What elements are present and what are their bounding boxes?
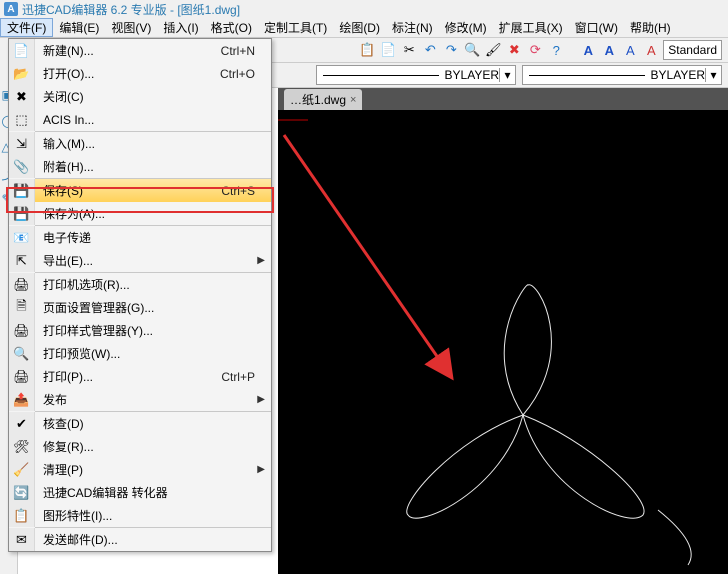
menu-window[interactable]: 窗口(W) bbox=[569, 18, 624, 37]
import-icon: ⇲ bbox=[16, 136, 27, 152]
converter-icon: 🔄 bbox=[13, 485, 29, 501]
new-file-icon: 📄 bbox=[13, 43, 29, 59]
pagesetup-icon: 🗎 bbox=[16, 297, 26, 319]
delete-icon[interactable]: ✖ bbox=[505, 41, 523, 59]
properties-icon: 📋 bbox=[13, 508, 29, 524]
export-icon: ⇱ bbox=[16, 253, 27, 269]
menu-file[interactable]: 文件(F) bbox=[0, 18, 53, 37]
lineweight-combo[interactable]: BYLAYER▾ bbox=[522, 65, 722, 85]
document-tabstrip: …纸1.dwg × bbox=[278, 88, 728, 110]
text-style-combo[interactable]: Standard bbox=[663, 40, 722, 60]
text-style-a1-icon[interactable]: A bbox=[579, 41, 597, 59]
menu-custom[interactable]: 定制工具(T) bbox=[258, 18, 333, 37]
menu-item-open[interactable]: 📂打开(O)...Ctrl+O bbox=[9, 62, 271, 85]
file-menu-dropdown: 📄新建(N)...Ctrl+N 📂打开(O)...Ctrl+O ✖关闭(C) ⬚… bbox=[8, 38, 272, 552]
submenu-arrow-icon: ▶ bbox=[257, 255, 265, 266]
menu-item-printopt[interactable]: 🖨打印机选项(R)... bbox=[9, 273, 271, 296]
menu-item-pagesetup[interactable]: 🗎页面设置管理器(G)... bbox=[9, 296, 271, 319]
menu-item-purge[interactable]: 🧹清理(P)▶ bbox=[9, 458, 271, 481]
menu-item-attach[interactable]: 📎附着(H)... bbox=[9, 155, 271, 178]
brush-icon[interactable]: 🖌 bbox=[484, 41, 502, 59]
menu-item-drawprops[interactable]: 📋图形特性(I)... bbox=[9, 504, 271, 527]
purge-icon: 🧹 bbox=[13, 462, 29, 478]
chevron-down-icon[interactable]: ▾ bbox=[499, 68, 515, 82]
window-title: 迅捷CAD编辑器 6.2 专业版 - [图纸1.dwg] bbox=[22, 1, 240, 18]
menu-item-print[interactable]: 🖨打印(P)...Ctrl+P bbox=[9, 365, 271, 388]
title-bar: A 迅捷CAD编辑器 6.2 专业版 - [图纸1.dwg] bbox=[0, 0, 728, 18]
menu-format[interactable]: 格式(O) bbox=[205, 18, 258, 37]
submenu-arrow-icon: ▶ bbox=[257, 394, 265, 405]
menu-item-close[interactable]: ✖关闭(C) bbox=[9, 85, 271, 108]
paste-icon[interactable]: 📄 bbox=[379, 41, 397, 59]
linetype-combo[interactable]: BYLAYER▾ bbox=[316, 65, 516, 85]
menu-item-new[interactable]: 📄新建(N)...Ctrl+N bbox=[9, 39, 271, 62]
menu-item-sendmail[interactable]: ✉发送邮件(D)... bbox=[9, 528, 271, 551]
recover-icon: 🛠 bbox=[13, 439, 30, 455]
help-icon[interactable]: ? bbox=[547, 41, 565, 59]
menu-modify[interactable]: 修改(M) bbox=[439, 18, 493, 37]
menu-item-recover[interactable]: 🛠修复(R)... bbox=[9, 435, 271, 458]
text-style-a4-icon[interactable]: A bbox=[642, 41, 660, 59]
menu-item-converter[interactable]: 🔄迅捷CAD编辑器 转化器 bbox=[9, 481, 271, 504]
menu-item-save[interactable]: 💾保存(S)Ctrl+S bbox=[9, 179, 271, 202]
print-icon: 🖨 bbox=[13, 369, 30, 385]
text-style-a2-icon[interactable]: A bbox=[600, 41, 618, 59]
submenu-arrow-icon: ▶ bbox=[257, 464, 265, 475]
undo-icon[interactable]: ↶ bbox=[421, 41, 439, 59]
menu-draw[interactable]: 绘图(D) bbox=[333, 18, 386, 37]
menu-item-etransmit[interactable]: 📧电子传递 bbox=[9, 226, 271, 249]
open-icon: 📂 bbox=[13, 66, 29, 82]
printer-icon: 🖨 bbox=[13, 277, 30, 293]
publish-icon: 📤 bbox=[13, 392, 29, 408]
menu-item-export[interactable]: ⇱导出(E)...▶ bbox=[9, 249, 271, 272]
menu-edit[interactable]: 编辑(E) bbox=[53, 18, 105, 37]
text-style-a3-icon[interactable]: A bbox=[621, 41, 639, 59]
menu-help[interactable]: 帮助(H) bbox=[624, 18, 677, 37]
mail-icon: ✉ bbox=[16, 532, 27, 548]
menu-item-saveas[interactable]: 💾保存为(A)... bbox=[9, 202, 271, 225]
cut-icon[interactable]: ✂ bbox=[400, 41, 418, 59]
close-icon: ✖ bbox=[16, 89, 27, 105]
menu-item-preview[interactable]: 🔍打印预览(W)... bbox=[9, 342, 271, 365]
copy-icon[interactable]: 📋 bbox=[358, 41, 376, 59]
document-tab[interactable]: …纸1.dwg × bbox=[284, 89, 362, 110]
menu-insert[interactable]: 插入(I) bbox=[157, 18, 204, 37]
preview-icon: 🔍 bbox=[13, 346, 29, 362]
drawing-canvas[interactable] bbox=[278, 110, 728, 574]
audit-icon: ✔ bbox=[16, 416, 27, 432]
menu-dim[interactable]: 标注(N) bbox=[386, 18, 439, 37]
save-icon: 💾 bbox=[13, 183, 29, 199]
menu-item-audit[interactable]: ✔核查(D) bbox=[9, 412, 271, 435]
menu-item-import[interactable]: ⇲输入(M)... bbox=[9, 132, 271, 155]
app-logo-icon: A bbox=[4, 2, 18, 16]
menu-exttool[interactable]: 扩展工具(X) bbox=[493, 18, 569, 37]
acis-icon: ⬚ bbox=[15, 112, 27, 128]
menu-view[interactable]: 视图(V) bbox=[105, 18, 157, 37]
chevron-down-icon[interactable]: ▾ bbox=[705, 68, 721, 82]
menu-item-plotstyle[interactable]: 🖨打印样式管理器(Y)... bbox=[9, 319, 271, 342]
plotstyle-icon: 🖨 bbox=[13, 323, 30, 339]
redo-icon[interactable]: ↷ bbox=[442, 41, 460, 59]
search-icon[interactable]: 🔍 bbox=[463, 41, 481, 59]
menu-item-publish[interactable]: 📤发布▶ bbox=[9, 388, 271, 411]
menu-item-acis[interactable]: ⬚ACIS In... bbox=[9, 108, 271, 131]
menu-bar: 文件(F) 编辑(E) 视图(V) 插入(I) 格式(O) 定制工具(T) 绘图… bbox=[0, 18, 728, 38]
attach-icon: 📎 bbox=[13, 159, 29, 175]
tab-label: …纸1.dwg bbox=[290, 91, 346, 108]
close-tab-icon[interactable]: × bbox=[350, 94, 356, 106]
refresh-icon[interactable]: ⟳ bbox=[526, 41, 544, 59]
saveas-icon: 💾 bbox=[13, 206, 29, 222]
etransmit-icon: 📧 bbox=[13, 230, 29, 246]
